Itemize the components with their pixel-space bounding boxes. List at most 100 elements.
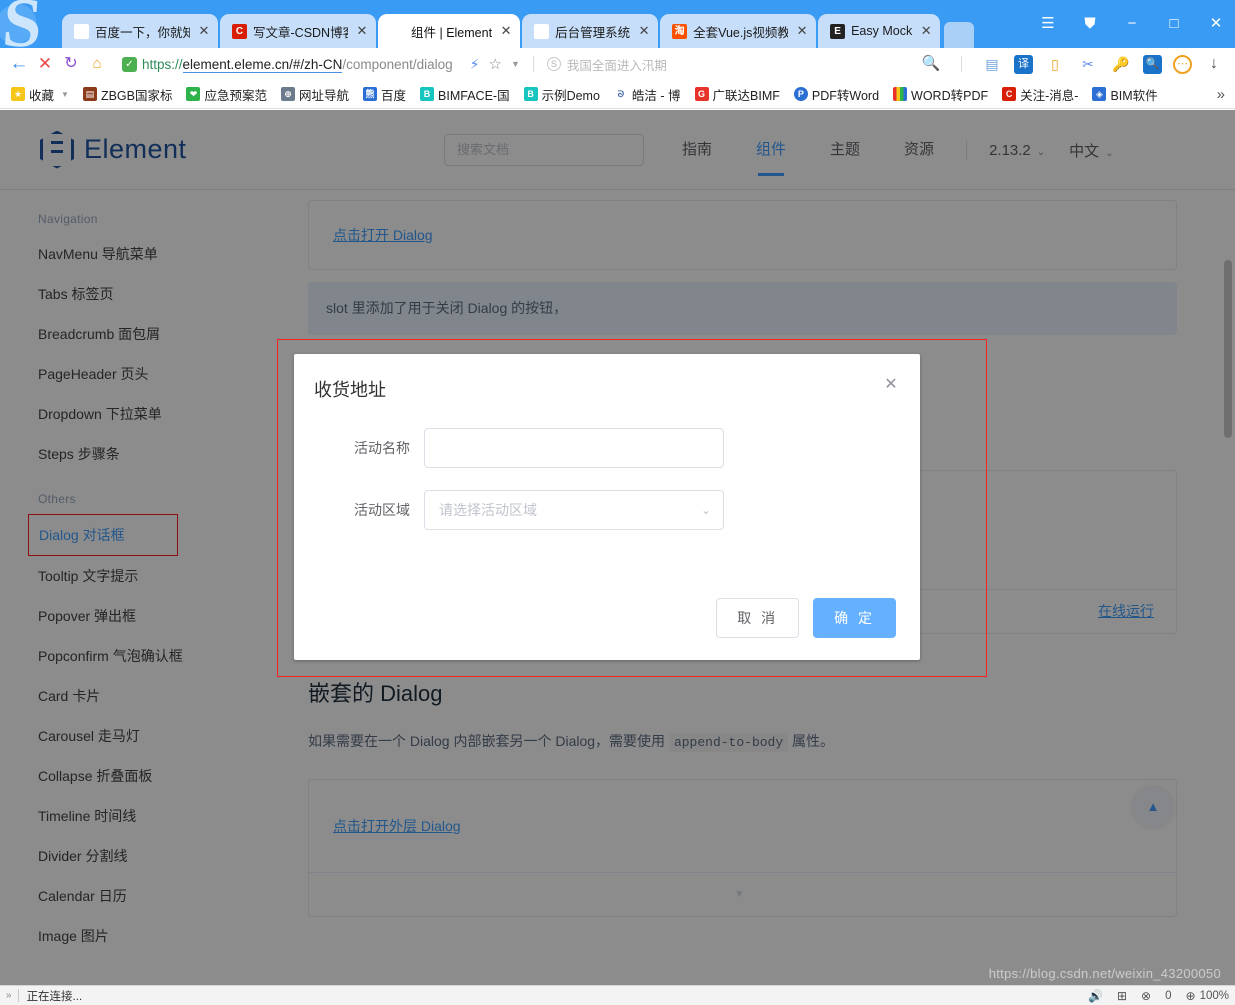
url-text: https://element.eleme.cn/#/zh-CN/compone…: [142, 56, 453, 73]
back-icon[interactable]: ←: [6, 51, 32, 77]
reload-icon[interactable]: ↻: [58, 51, 84, 77]
browser-tab[interactable]: ▼ 后台管理系统 ✕: [522, 14, 659, 48]
easymock-favicon: E: [830, 23, 846, 39]
stop-icon[interactable]: ✕: [32, 51, 58, 77]
activity-region-select[interactable]: 请选择活动区域 ⌄: [424, 490, 724, 530]
url-scheme: https://: [142, 56, 183, 72]
bookmark-label: ZBGB国家标: [100, 88, 173, 103]
bolt-icon[interactable]: ⚡: [470, 56, 480, 73]
tab-title: 写文章-CSDN博客: [253, 25, 348, 40]
chevron-down-icon[interactable]: ▼: [61, 90, 69, 99]
divider: [532, 56, 534, 72]
bookmark-item[interactable]: ᘐ 皓洁 - 博: [607, 82, 688, 106]
bookmark-label: BIMFACE-国: [438, 88, 510, 103]
bookmark-label: 关注-消息-: [1020, 88, 1079, 103]
capture-icon[interactable]: ▤: [981, 53, 1003, 75]
bookmarks-overflow-icon[interactable]: »: [1217, 86, 1231, 103]
ad-block-icon[interactable]: ⊗: [1141, 989, 1151, 1003]
address-bar[interactable]: ✓ https://element.eleme.cn/#/zh-CN/compo…: [116, 51, 914, 77]
maximize-icon[interactable]: □: [1161, 12, 1187, 36]
form-row-activity-region: 活动区域 请选择活动区域 ⌄: [324, 490, 890, 530]
pdf-icon: P: [793, 87, 808, 101]
url-host: element.eleme.cn/#/zh-CN: [182, 56, 343, 73]
sound-icon[interactable]: 🔊: [1088, 989, 1103, 1003]
user-icon[interactable]: ⛊: [1077, 12, 1103, 36]
tab-title: 百度一下，你就知: [95, 25, 190, 40]
bookmark-item[interactable]: ⊕ 网址导航: [274, 82, 356, 106]
globe-icon: ⊕: [281, 87, 295, 101]
chevron-down-icon[interactable]: ▼: [511, 59, 520, 69]
page-scrollbar[interactable]: [1224, 260, 1232, 438]
bookmark-item[interactable]: 熊 百度: [356, 82, 413, 106]
divider: [961, 56, 962, 72]
tab-title: 后台管理系统: [555, 25, 631, 40]
bookmark-item[interactable]: B BIMFACE-国: [413, 82, 517, 106]
phone-sync-icon[interactable]: ▯: [1044, 53, 1066, 75]
browser-tab[interactable]: C 写文章-CSDN博客 ✕: [220, 14, 376, 48]
bookmark-item[interactable]: WORD转PDF: [886, 82, 995, 106]
bookmark-label: BIM软件: [1110, 88, 1158, 103]
zoom-level: 100%: [1199, 989, 1229, 1002]
password-key-icon[interactable]: 🔑: [1110, 53, 1132, 75]
book-icon: ▤: [82, 87, 97, 101]
url-path: /component/dialog: [342, 56, 453, 72]
browser-tab[interactable]: E Easy Mock ✕: [818, 14, 941, 48]
tab-close-icon[interactable]: ✕: [794, 23, 810, 39]
bookmark-item[interactable]: ★ 收藏 ▼: [4, 82, 76, 106]
bookmark-item[interactable]: B 示例Demo: [517, 82, 607, 106]
minimize-icon[interactable]: −: [1119, 12, 1145, 36]
bookmark-label: 百度: [381, 88, 407, 103]
activity-name-input[interactable]: [424, 428, 724, 468]
bookmark-label: 收藏: [29, 88, 55, 103]
tab-close-icon[interactable]: ✕: [354, 23, 370, 39]
menu-icon[interactable]: ☰: [1035, 12, 1061, 36]
search-suggestion[interactable]: S 我国全面进入汛期: [546, 55, 667, 74]
bookmark-item[interactable]: ▤ ZBGB国家标: [76, 82, 180, 106]
star-icon[interactable]: ☆: [489, 55, 502, 73]
bookmark-item[interactable]: C 关注-消息-: [995, 82, 1085, 106]
statusbar-arrow-icon: »: [6, 990, 12, 1001]
glodon-icon: G: [694, 87, 709, 101]
home-icon[interactable]: ⌂: [84, 51, 110, 77]
search-icon[interactable]: 🔍: [920, 53, 942, 75]
element-favicon: ◯: [390, 23, 405, 39]
browser-navbar: ← ✕ ↻ ⌂ ✓ https://element.eleme.cn/#/zh-…: [0, 48, 1235, 80]
bookmark-label: 网址导航: [299, 88, 350, 103]
tab-close-icon[interactable]: ✕: [918, 23, 934, 39]
dialog-title: 收货地址: [314, 380, 386, 400]
page-viewport: Element 搜索文档 指南 组件 主题 资源 2.13.2 ⌄ 中文 ⌄ Nav…: [0, 110, 1235, 985]
close-icon[interactable]: ✕: [1203, 12, 1229, 36]
magnifier-page-icon[interactable]: 🔍: [1143, 54, 1162, 74]
taobao-favicon: 淘: [672, 23, 688, 39]
bookmark-item[interactable]: ◈ BIM软件: [1085, 82, 1164, 106]
browser-tab[interactable]: 熊 百度一下，你就知 ✕: [62, 14, 218, 48]
cancel-button[interactable]: 取 消: [716, 598, 800, 638]
tab-title: Easy Mock: [851, 24, 913, 38]
browser-tab[interactable]: 淘 全套Vue.js视频教 ✕: [660, 14, 817, 48]
form-label: 活动名称: [354, 440, 410, 456]
bookmark-label: 示例Demo: [541, 88, 600, 103]
bookmark-item[interactable]: P PDF转Word: [787, 82, 886, 106]
browser-toolbar-icons: 🔍 ▤ 译 ▯ ✂ 🔑 🔍 ⋯ ↓: [920, 53, 1229, 75]
zoom-control[interactable]: ⊕ 100%: [1186, 989, 1229, 1003]
shield-lock-icon: ✓: [122, 56, 137, 72]
download-icon[interactable]: ↓: [1203, 53, 1225, 75]
tab-title: 组件 | Element: [411, 25, 493, 40]
browser-statusbar: » 正在连接... 🔊 ⊞ ⊗ 0 ⊕ 100%: [0, 985, 1235, 1005]
more-icon[interactable]: ⋯: [1173, 54, 1192, 74]
tab-strip: 熊 百度一下，你就知 ✕ C 写文章-CSDN博客 ✕ ◯ 组件 | Eleme…: [62, 14, 1035, 48]
close-icon[interactable]: ✕: [880, 374, 902, 396]
scissors-icon[interactable]: ✂: [1077, 53, 1099, 75]
bookmark-item[interactable]: G 广联达BIMF: [688, 82, 787, 106]
tab-close-icon[interactable]: ✕: [196, 23, 212, 39]
translate-icon[interactable]: 译: [1014, 54, 1033, 74]
toolbox-icon[interactable]: ⊞: [1117, 989, 1127, 1003]
bookmark-item[interactable]: ❤ 应急预案范: [179, 82, 274, 106]
statusbar-right: 🔊 ⊞ ⊗ 0 ⊕ 100%: [1088, 989, 1229, 1003]
tab-close-icon[interactable]: ✕: [498, 23, 514, 39]
tab-close-icon[interactable]: ✕: [636, 23, 652, 39]
divider: [17, 989, 19, 1002]
browser-tab-active[interactable]: ◯ 组件 | Element ✕: [378, 14, 521, 48]
new-tab-button[interactable]: [944, 22, 975, 48]
confirm-button[interactable]: 确 定: [813, 598, 896, 638]
